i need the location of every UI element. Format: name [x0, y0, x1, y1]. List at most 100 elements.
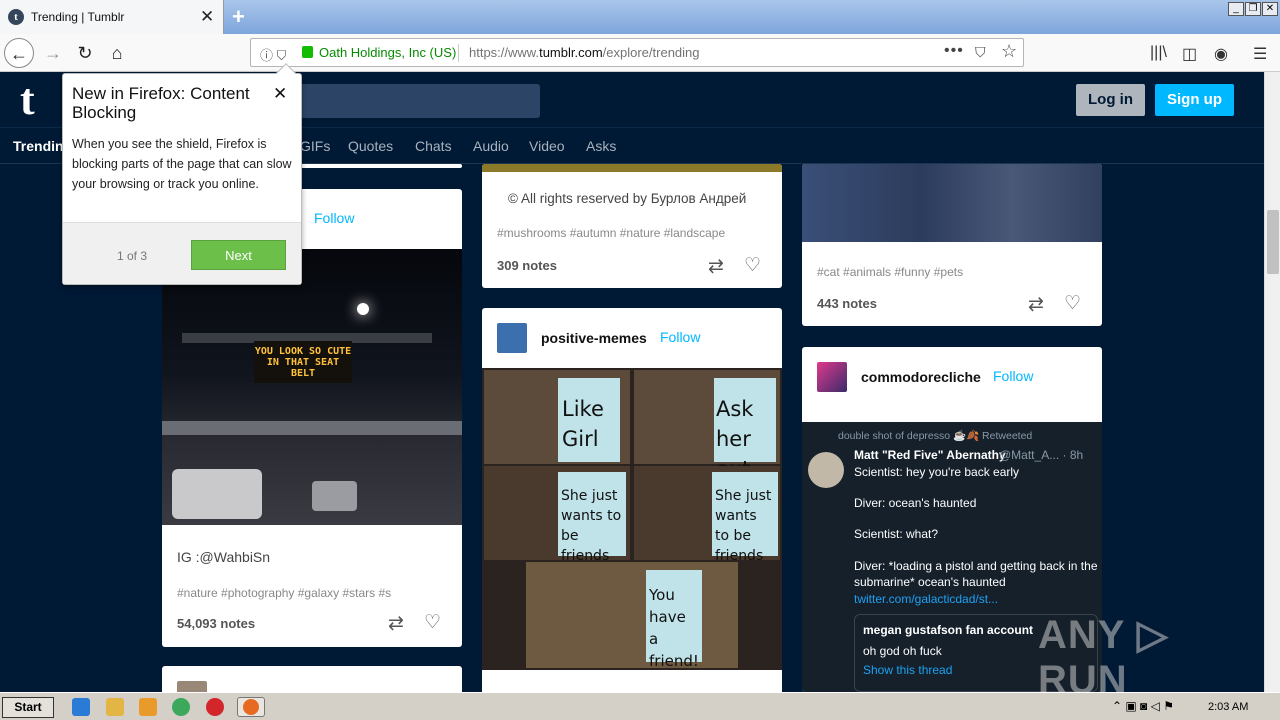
forward-button[interactable]: → — [38, 38, 68, 68]
account-icon[interactable]: ◉ — [1214, 44, 1228, 64]
page-scrollbar[interactable] — [1264, 72, 1280, 692]
tweet-handle: @Matt_A... · 8h — [999, 448, 1084, 462]
tweet-line: Diver: ocean's haunted — [854, 496, 977, 510]
tab-gifs[interactable]: GIFs — [300, 138, 330, 154]
tweet-avatar — [808, 452, 844, 488]
blog-name[interactable]: positive-memes — [541, 330, 647, 346]
firefox-taskbar-button[interactable] — [237, 697, 265, 717]
windows-taskbar: Start ⌃ ▣ ◙ ◁ ⚑ 2:03 AM — [0, 692, 1280, 720]
popup-close-icon[interactable]: ✕ — [273, 84, 287, 104]
meme-panel: You have a friend! — [526, 562, 738, 670]
panel-text: She just wants to be friends — [558, 472, 626, 564]
notes-count[interactable]: 309 notes — [497, 258, 557, 273]
reblog-icon[interactable]: ⇄ — [708, 255, 724, 278]
site-identity[interactable]: Oath Holdings, Inc (US) — [319, 45, 456, 60]
car — [312, 481, 357, 511]
scrollbar-thumb[interactable] — [1267, 210, 1279, 274]
post-card-next — [162, 666, 462, 692]
post-image-highway[interactable]: YOU LOOK SO CUTE IN THAT SEAT BELT — [162, 249, 462, 525]
reblog-icon[interactable]: ⇄ — [388, 612, 404, 635]
post-tags[interactable]: #mushrooms #autumn #nature #landscape — [497, 226, 725, 240]
tweet-line: Diver: *loading a pistol and getting bac… — [854, 559, 1098, 589]
tweet-link: twitter.com/galacticdad/st... — [854, 592, 999, 606]
follow-button[interactable]: Follow — [993, 368, 1033, 384]
reload-button[interactable]: ↻ — [70, 38, 100, 68]
page-actions-button[interactable]: ••• — [944, 42, 964, 60]
tray-icons[interactable]: ⌃ ▣ ◙ ◁ ⚑ — [1112, 699, 1174, 713]
show-thread-link: Show this thread — [863, 663, 953, 677]
pocket-icon[interactable]: ⛉ — [975, 44, 986, 61]
notes-count[interactable]: 54,093 notes — [177, 616, 255, 631]
url-text[interactable]: https://www.tumblr.com/explore/trending — [469, 45, 700, 60]
panel-text: You have a friend! — [646, 570, 702, 670]
ie-icon[interactable] — [72, 698, 90, 716]
avatar[interactable] — [497, 323, 527, 353]
close-window-button[interactable]: ✕ — [1262, 2, 1278, 16]
post-image-meme[interactable]: Like Girl Ask her out She just wants to … — [482, 368, 782, 670]
minimize-button[interactable]: _ — [1228, 2, 1244, 16]
signup-button[interactable]: Sign up — [1155, 84, 1234, 116]
post-tags[interactable]: #nature #photography #galaxy #stars #s — [177, 586, 391, 600]
post-image-mushrooms[interactable] — [482, 164, 782, 172]
clock: 2:03 AM — [1208, 701, 1249, 713]
like-heart-icon[interactable]: ♡ — [424, 611, 441, 634]
quote-text: oh god oh fuck — [863, 644, 942, 658]
login-button[interactable]: Log in — [1076, 84, 1145, 116]
bookmark-star-icon[interactable]: ☆ — [1001, 41, 1017, 62]
home-button[interactable]: ⌂ — [102, 38, 132, 68]
tab-chats[interactable]: Chats — [415, 138, 452, 154]
back-button[interactable]: ← — [4, 38, 34, 68]
tab-asks[interactable]: Asks — [586, 138, 616, 154]
tweet-line: Scientist: hey you're back early — [854, 465, 1020, 479]
post-card-cat: #cat #animals #funny #pets 443 notes ⇄ ♡ — [802, 164, 1102, 326]
start-button[interactable]: Start — [2, 697, 54, 718]
maximize-button[interactable]: ❐ — [1245, 2, 1261, 16]
browser-tab[interactable]: t Trending | Tumblr ✕ — [0, 0, 224, 34]
tumblr-logo[interactable]: t — [20, 78, 35, 122]
next-button[interactable]: Next — [191, 240, 286, 270]
anyrun-watermark: ANY ▷ RUN — [1038, 613, 1169, 692]
reblog-icon[interactable]: ⇄ — [1028, 293, 1044, 316]
popup-footer: 1 of 3 Next — [63, 222, 301, 284]
url-bar[interactable]: ⓘ ⛉ Oath Holdings, Inc (US) https://www.… — [250, 38, 1024, 67]
follow-button[interactable]: Follow — [660, 329, 700, 345]
tab-audio[interactable]: Audio — [473, 138, 509, 154]
post-tags[interactable]: #cat #animals #funny #pets — [817, 265, 963, 279]
tab-title: Trending | Tumblr — [31, 10, 125, 24]
follow-button[interactable]: Follow — [314, 210, 354, 226]
new-tab-button[interactable]: + — [232, 4, 245, 30]
blog-name[interactable]: commodorecliche — [861, 369, 981, 385]
library-icon[interactable]: |||\ — [1150, 44, 1167, 62]
sign-text: YOU LOOK SO CUTE IN THAT SEAT BELT — [254, 341, 352, 383]
like-heart-icon[interactable]: ♡ — [1064, 292, 1081, 315]
notes-count[interactable]: 443 notes — [817, 296, 877, 311]
content-blocking-popup: New in Firefox: Content Blocking ✕ When … — [62, 63, 302, 285]
avatar[interactable] — [817, 362, 847, 392]
chrome-icon[interactable] — [172, 698, 190, 716]
opera-icon[interactable] — [206, 698, 224, 716]
like-heart-icon[interactable]: ♡ — [744, 254, 761, 277]
tab-close-icon[interactable]: ✕ — [200, 7, 214, 27]
search-input[interactable] — [300, 84, 540, 118]
firefox-icon — [243, 699, 259, 715]
tweet-author: Matt "Red Five" Abernathy — [854, 448, 1006, 462]
meme-panel: Like Girl — [484, 370, 630, 464]
popup-body: When you see the shield, Firefox is bloc… — [72, 137, 292, 191]
tab-video[interactable]: Video — [529, 138, 565, 154]
panel-text: She just wants to be friends — [712, 472, 778, 564]
meme-panel: Ask her out — [634, 370, 780, 481]
post-caption: IG :@WahbiSn — [177, 549, 271, 565]
tweet-line: Scientist: what? — [854, 527, 939, 541]
menu-icon[interactable]: ☰ — [1253, 44, 1267, 64]
popup-title: New in Firefox: Content Blocking — [72, 84, 250, 122]
panel-text: Ask her out — [714, 378, 776, 481]
sidebar-icon[interactable]: ◫ — [1182, 44, 1197, 64]
info-icon[interactable]: ⓘ ⛉ — [260, 45, 286, 64]
tab-quotes[interactable]: Quotes — [348, 138, 393, 154]
moon-light — [357, 303, 369, 315]
explorer-icon[interactable] — [106, 698, 124, 716]
avatar[interactable] — [177, 681, 207, 692]
media-player-icon[interactable] — [139, 698, 157, 716]
post-image-cat[interactable] — [802, 164, 1102, 242]
meme-panel: She just wants to be friends — [484, 466, 630, 564]
